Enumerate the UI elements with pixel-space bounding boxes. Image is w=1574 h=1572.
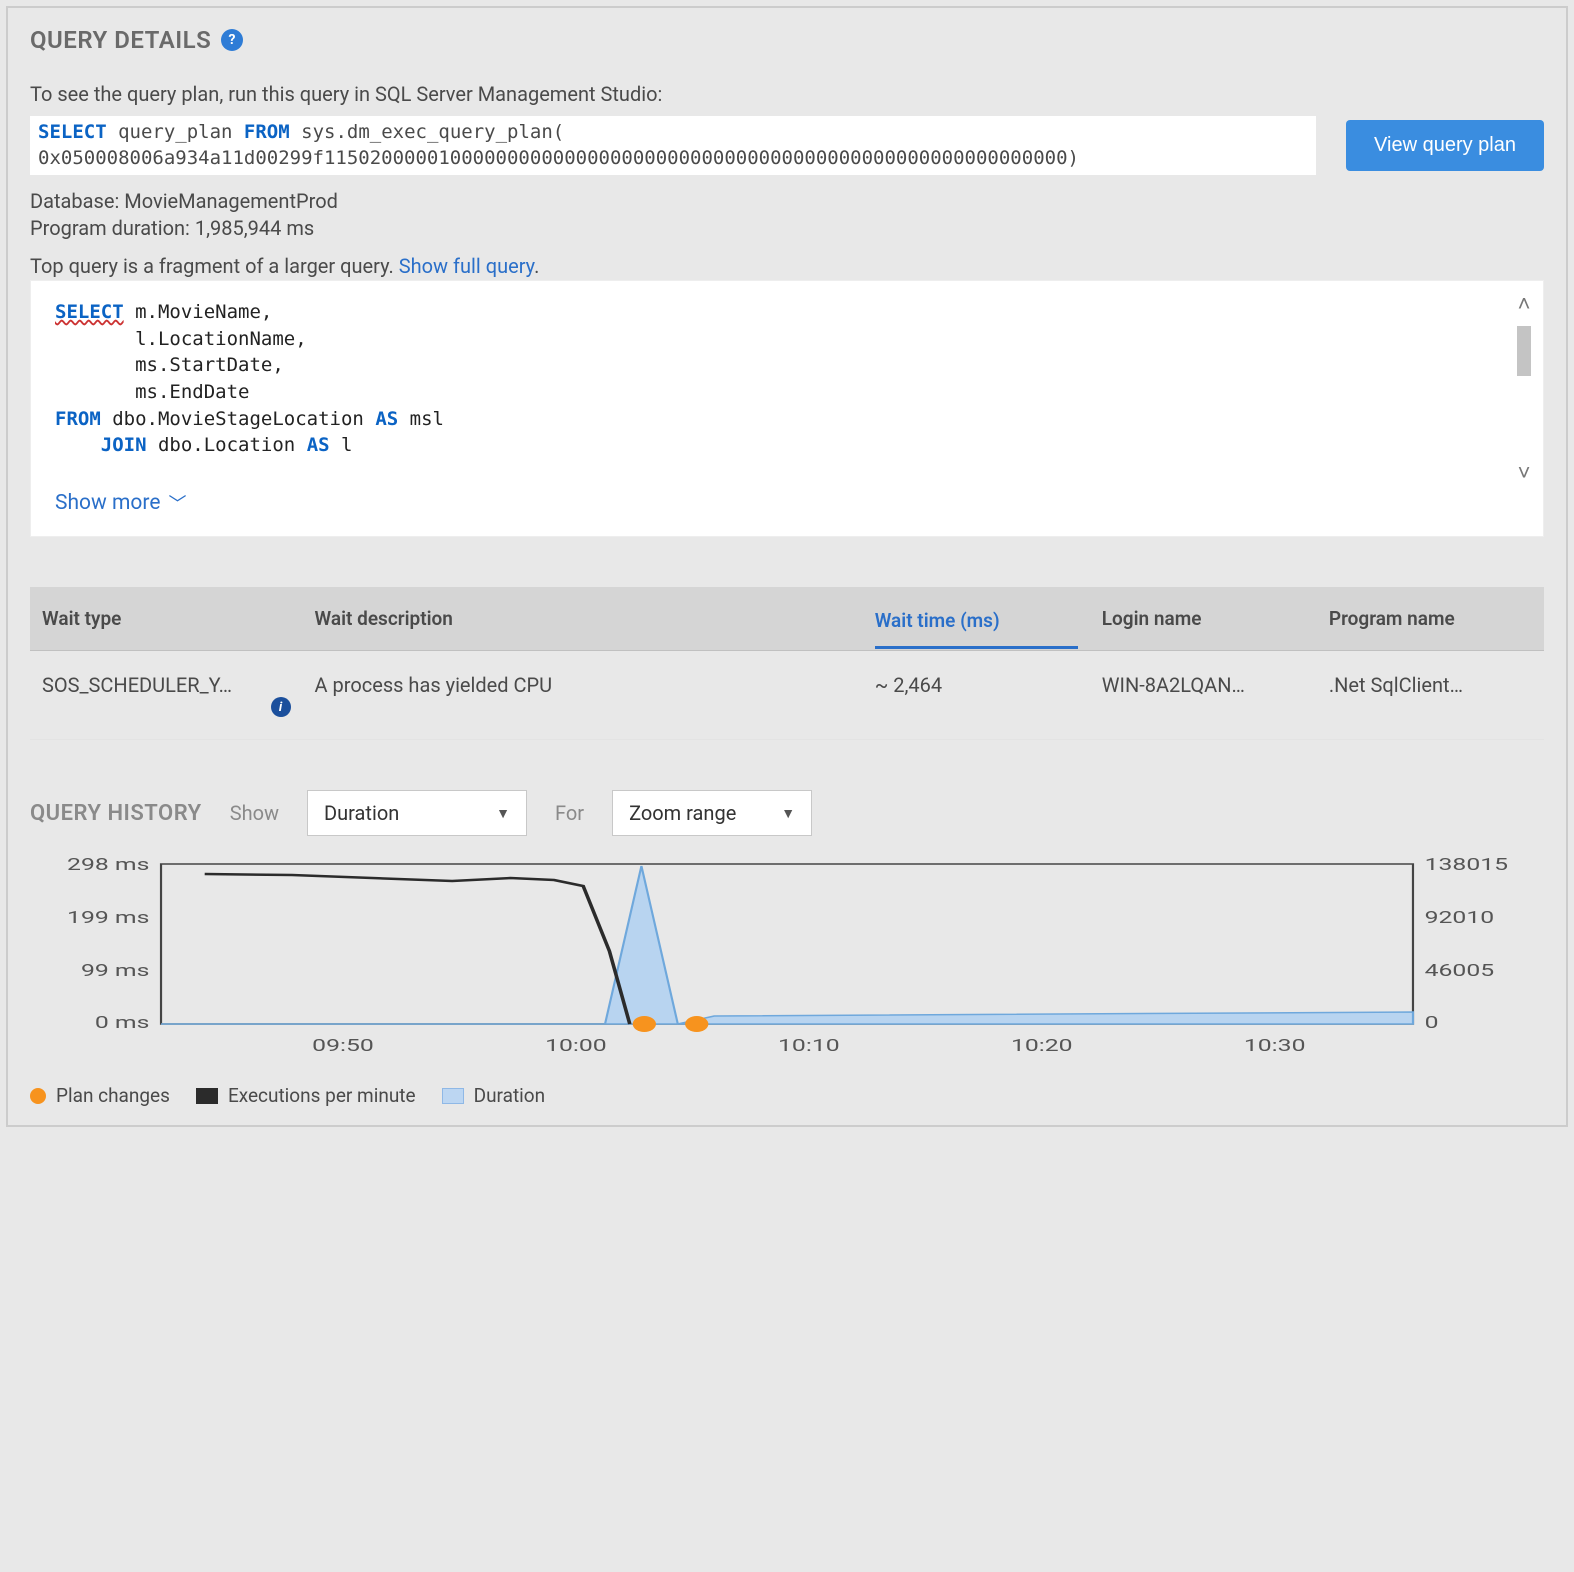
query-details-panel: QUERY DETAILS ? To see the query plan, r…	[6, 6, 1568, 1127]
code: l	[330, 434, 353, 456]
kw: FROM	[244, 121, 290, 143]
text: .	[534, 254, 539, 278]
swatch-icon	[30, 1088, 46, 1104]
cell-wait-time: ~ 2,464	[863, 651, 1090, 740]
kw: AS	[375, 408, 398, 430]
legend-label: Executions per minute	[228, 1084, 416, 1107]
kw: FROM	[55, 408, 101, 430]
scroll-up-icon[interactable]: ˄	[1518, 291, 1531, 317]
code: msl	[398, 408, 444, 430]
show-more-link[interactable]: Show more ﹀	[55, 490, 186, 516]
kw: SELECT	[38, 121, 107, 143]
x-tick: 09:50	[312, 1036, 374, 1056]
help-icon[interactable]: ?	[221, 29, 243, 51]
label: Program duration:	[30, 216, 195, 240]
section-title: QUERY DETAILS ?	[30, 26, 1544, 54]
text: Top query is a fragment of a larger quer…	[30, 254, 399, 278]
show-label: Show	[230, 801, 279, 825]
plan-intro: To see the query plan, run this query in…	[30, 82, 1544, 106]
table-header-row: Wait type Wait description Wait time (ms…	[30, 587, 1544, 651]
chevron-down-icon: ▼	[496, 805, 510, 822]
for-label: For	[555, 801, 584, 825]
x-tick: 10:20	[1011, 1036, 1073, 1056]
legend-label: Duration	[474, 1084, 546, 1107]
code: l.LocationId = msl.LocationId	[158, 461, 501, 464]
value: 1,985,944 ms	[195, 216, 314, 240]
plan-row: SELECT query_plan FROM sys.dm_exec_query…	[30, 116, 1544, 175]
swatch-icon	[442, 1088, 464, 1104]
y-left-tick: 0 ms	[95, 1013, 149, 1033]
legend-plan-changes: Plan changes	[30, 1084, 170, 1107]
x-tick: 10:00	[545, 1036, 607, 1056]
kw: ON	[135, 461, 158, 464]
legend-label: Plan changes	[56, 1084, 170, 1107]
col-wait-type[interactable]: Wait type	[30, 587, 303, 651]
show-full-query-link[interactable]: Show full query	[399, 254, 534, 278]
label: Database:	[30, 189, 124, 213]
y-right-tick: 92010	[1425, 908, 1495, 928]
legend-executions: Executions per minute	[196, 1084, 416, 1107]
kw: SELECT	[55, 301, 124, 323]
chevron-down-icon: ﹀	[168, 490, 186, 516]
show-select[interactable]: Duration ▼	[307, 790, 527, 836]
for-select[interactable]: Zoom range ▼	[612, 790, 812, 836]
y-left-tick: 298 ms	[67, 856, 149, 875]
executions-series	[205, 874, 630, 1024]
label: Show more	[55, 491, 160, 515]
kw: JOIN	[101, 434, 147, 456]
x-tick: 10:30	[1244, 1036, 1306, 1056]
y-left-tick: 199 ms	[67, 908, 149, 928]
code: dbo.MovieStageLocation	[101, 408, 376, 430]
wait-table: Wait type Wait description Wait time (ms…	[30, 587, 1544, 740]
scroll-thumb[interactable]	[1517, 326, 1531, 376]
duration-line: Program duration: 1,985,944 ms	[30, 216, 1544, 240]
table-row[interactable]: SOS_SCHEDULER_Y… i A process has yielded…	[30, 651, 1544, 740]
kw: AS	[307, 434, 330, 456]
query-code[interactable]: SELECT m.MovieName, l.LocationName, ms.S…	[55, 299, 1519, 464]
select-value: Duration	[324, 801, 399, 825]
database-line: Database: MovieManagementProd	[30, 189, 1544, 213]
sql-text: query_plan	[107, 121, 244, 143]
title-text: QUERY DETAILS	[30, 26, 211, 54]
cell-program: .Net SqlClient…	[1317, 651, 1544, 740]
plan-sql-box[interactable]: SELECT query_plan FROM sys.dm_exec_query…	[30, 116, 1316, 175]
col-login[interactable]: Login name	[1090, 587, 1317, 651]
select-value: Zoom range	[629, 801, 736, 825]
value: MovieManagementProd	[124, 189, 338, 213]
cell-login: WIN-8A2LQAN…	[1090, 651, 1317, 740]
history-header: QUERY HISTORY Show Duration ▼ For Zoom r…	[30, 790, 1544, 836]
col-wait-desc[interactable]: Wait description	[303, 587, 863, 651]
duration-series	[161, 866, 1413, 1024]
y-right-tick: 138015	[1425, 856, 1508, 875]
y-right-tick: 46005	[1425, 961, 1495, 981]
plan-change-marker	[633, 1016, 656, 1032]
view-query-plan-button[interactable]: View query plan	[1346, 120, 1544, 171]
col-program[interactable]: Program name	[1317, 587, 1544, 651]
plan-change-marker	[685, 1016, 708, 1032]
chevron-down-icon: ▼	[781, 805, 795, 822]
cell-wait-desc: A process has yielded CPU	[303, 651, 863, 740]
col-wait-time[interactable]: Wait time (ms)	[863, 587, 1090, 651]
scroll-down-icon[interactable]: ˅	[1518, 460, 1531, 486]
code-scrollbar[interactable]: ˄ ˅	[1509, 291, 1539, 486]
info-icon[interactable]: i	[271, 697, 291, 717]
history-chart[interactable]: 298 ms 199 ms 99 ms 0 ms 138015 92010 46…	[30, 856, 1544, 1066]
fragment-line: Top query is a fragment of a larger quer…	[30, 254, 1544, 278]
code: dbo.Location	[147, 434, 307, 456]
history-title: QUERY HISTORY	[30, 801, 202, 826]
x-tick: 10:10	[778, 1036, 840, 1056]
cell-wait-type: SOS_SCHEDULER_Y… i	[30, 651, 303, 740]
query-code-box: SELECT m.MovieName, l.LocationName, ms.S…	[30, 280, 1544, 537]
y-right-tick: 0	[1425, 1013, 1439, 1033]
legend-duration: Duration	[442, 1084, 546, 1107]
chart-legend: Plan changes Executions per minute Durat…	[30, 1084, 1544, 1107]
y-left-tick: 99 ms	[81, 961, 149, 981]
swatch-icon	[196, 1088, 218, 1104]
